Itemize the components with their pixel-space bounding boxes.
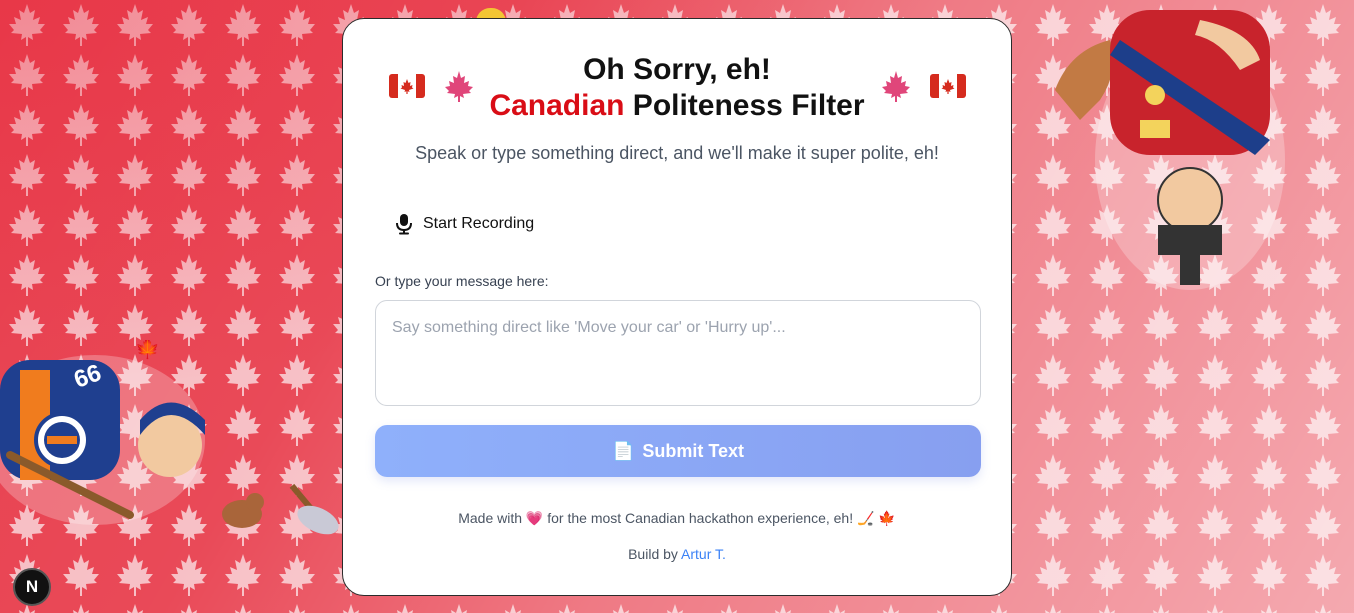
message-input-label: Or type your message here: <box>375 273 549 289</box>
message-input[interactable] <box>375 300 981 406</box>
svg-text:🍁: 🍁 <box>135 340 160 360</box>
start-recording-label: Start Recording <box>423 215 535 232</box>
microphone-icon <box>395 213 413 235</box>
heart-icon: 💗 <box>525 510 544 526</box>
footer-text: Made with 💗 for the most Canadian hackat… <box>343 510 1011 527</box>
nextjs-badge[interactable]: N <box>13 568 51 606</box>
footer-suffix: for the most Canadian hackathon experien… <box>547 510 896 526</box>
title-line-1: Oh Sorry, eh! <box>583 53 771 86</box>
credit-line: Build by Artur T. <box>343 546 1011 562</box>
hockey-player-illustration: 99 🍁 <box>0 340 205 525</box>
politeness-filter-card: Oh Sorry, eh! Canadian Politeness Filter… <box>342 18 1012 596</box>
credit-prefix: Build by <box>628 546 678 562</box>
footer-prefix: Made with <box>458 510 523 526</box>
title-highlight: Canadian <box>489 89 625 122</box>
beaver-illustration <box>222 483 339 535</box>
page-title: Oh Sorry, eh! Canadian Politeness Filter <box>343 52 1011 124</box>
submit-text-label: Submit Text <box>642 440 745 461</box>
badge-letter: N <box>25 577 39 596</box>
start-recording-button[interactable]: Start Recording <box>395 209 534 239</box>
author-link[interactable]: Artur T. <box>681 546 726 562</box>
title-rest: Politeness Filter <box>624 89 865 122</box>
submit-text-button[interactable]: 📄 Submit Text <box>375 425 981 477</box>
page-subtitle: Speak or type something direct, and we'l… <box>415 143 939 163</box>
mountie-illustration <box>1055 10 1285 290</box>
title-line-2: Canadian Politeness Filter <box>343 88 1011 124</box>
document-icon: 📄 <box>611 440 635 461</box>
